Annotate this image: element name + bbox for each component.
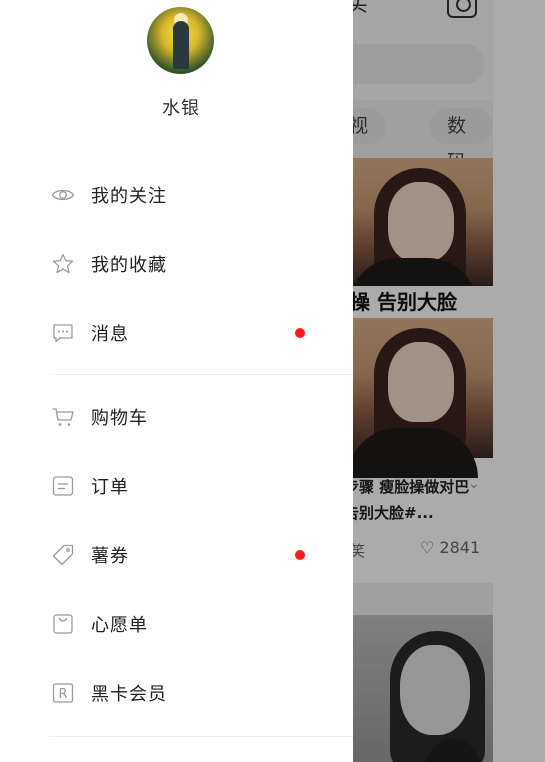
menu-item-label: 心愿单 <box>91 615 148 636</box>
username[interactable]: 水银 <box>81 94 281 120</box>
menu-item-label: 黑卡会员 <box>91 684 167 705</box>
menu-item-cart[interactable]: 购物车 <box>0 389 353 445</box>
avatar[interactable] <box>147 7 214 74</box>
menu-item-label: 购物车 <box>91 408 148 429</box>
menu-item-label: 我的收藏 <box>91 255 167 276</box>
menu-item-orders[interactable]: 订单 <box>0 458 353 514</box>
menu-item-coupons[interactable]: 薯券 <box>0 527 353 583</box>
order-icon <box>52 476 74 496</box>
menu-item-black-card-membership[interactable]: R 黑卡会员 <box>0 665 353 721</box>
menu-divider <box>49 736 353 737</box>
menu-item-label: 薯券 <box>91 546 129 567</box>
menu-divider <box>49 374 353 375</box>
menu-item-wishlist[interactable]: 心愿单 <box>0 596 353 652</box>
menu-item-messages[interactable]: 消息 <box>0 305 353 361</box>
coupon-tag-icon <box>52 544 74 566</box>
notification-dot <box>295 328 305 338</box>
star-icon <box>52 253 74 274</box>
side-drawer: 水银 我的关注 我的收藏 消息 购物车 订单 薯券 心愿单 R 黑卡会员 <box>0 0 353 762</box>
menu-item-label: 消息 <box>91 324 129 345</box>
member-r-icon: R <box>52 683 74 703</box>
menu-item-following[interactable]: 我的关注 <box>0 167 353 223</box>
cart-icon <box>52 408 74 426</box>
wishlist-bag-icon <box>53 614 73 634</box>
notification-dot <box>295 550 305 560</box>
svg-text:R: R <box>58 687 67 702</box>
chat-bubble-icon <box>53 324 73 343</box>
menu-item-label: 我的关注 <box>91 186 167 207</box>
menu-item-favorites[interactable]: 我的收藏 <box>0 236 353 292</box>
menu-item-label: 订单 <box>91 477 129 498</box>
eye-icon <box>51 189 75 201</box>
avatar-figure-body <box>173 21 189 69</box>
